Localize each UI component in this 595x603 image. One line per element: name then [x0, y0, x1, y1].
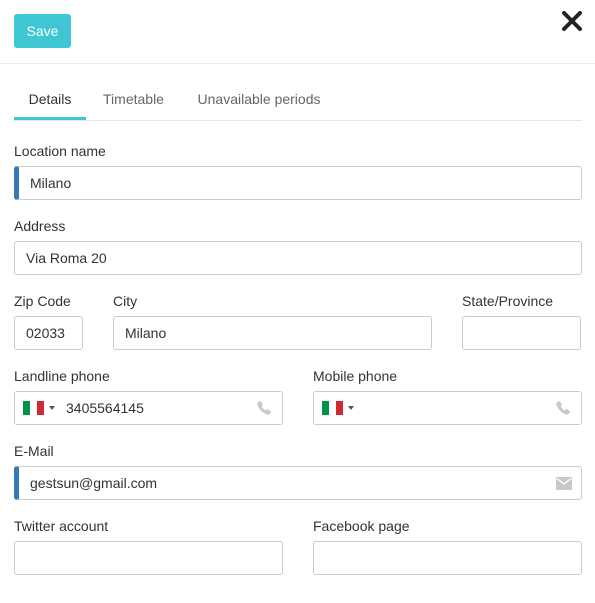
address-label: Address — [14, 218, 66, 234]
chevron-down-icon[interactable] — [348, 406, 354, 410]
tab-unavailable-periods[interactable]: Unavailable periods — [194, 83, 324, 120]
state-province-label: State/Province — [462, 293, 554, 309]
city-input[interactable]: Milano — [113, 316, 432, 350]
italy-flag-icon[interactable] — [23, 401, 44, 415]
state-province-input[interactable] — [462, 316, 581, 350]
twitter-account-input[interactable] — [14, 541, 283, 575]
chevron-down-icon[interactable] — [49, 406, 55, 410]
save-button[interactable]: Save — [14, 14, 71, 48]
envelope-icon — [555, 476, 573, 492]
tab-timetable[interactable]: Timetable — [101, 83, 166, 120]
close-icon[interactable] — [560, 9, 584, 33]
address-input[interactable]: Via Roma 20 — [14, 241, 582, 275]
tab-details[interactable]: Details — [14, 83, 86, 120]
mobile-phone-label: Mobile phone — [313, 368, 398, 384]
location-name-label: Location name — [14, 143, 106, 159]
landline-phone-value: 3405564145 — [66, 400, 144, 416]
header-bar: Save — [0, 0, 595, 64]
italy-flag-icon[interactable] — [322, 401, 343, 415]
facebook-page-label: Facebook page — [313, 518, 410, 534]
city-value: Milano — [125, 325, 167, 341]
email-input[interactable]: gestsun@gmail.com — [14, 466, 582, 500]
landline-phone-input[interactable]: 3405564145 — [14, 391, 283, 425]
city-label: City — [113, 293, 138, 309]
landline-phone-label: Landline phone — [14, 368, 110, 384]
zip-code-label: Zip Code — [14, 293, 71, 309]
email-label: E-Mail — [14, 443, 54, 459]
location-name-input[interactable]: Milano — [14, 166, 582, 200]
tab-bar: Details Timetable Unavailable periods — [14, 83, 582, 121]
phone-icon — [555, 400, 573, 416]
phone-icon — [256, 400, 274, 416]
mobile-phone-input[interactable] — [313, 391, 582, 425]
zip-code-value: 02033 — [26, 325, 65, 341]
location-name-value: Milano — [30, 175, 72, 191]
zip-code-input[interactable]: 02033 — [14, 316, 83, 350]
email-value: gestsun@gmail.com — [30, 475, 158, 491]
twitter-account-label: Twitter account — [14, 518, 109, 534]
facebook-page-input[interactable] — [313, 541, 582, 575]
address-value: Via Roma 20 — [26, 250, 107, 266]
